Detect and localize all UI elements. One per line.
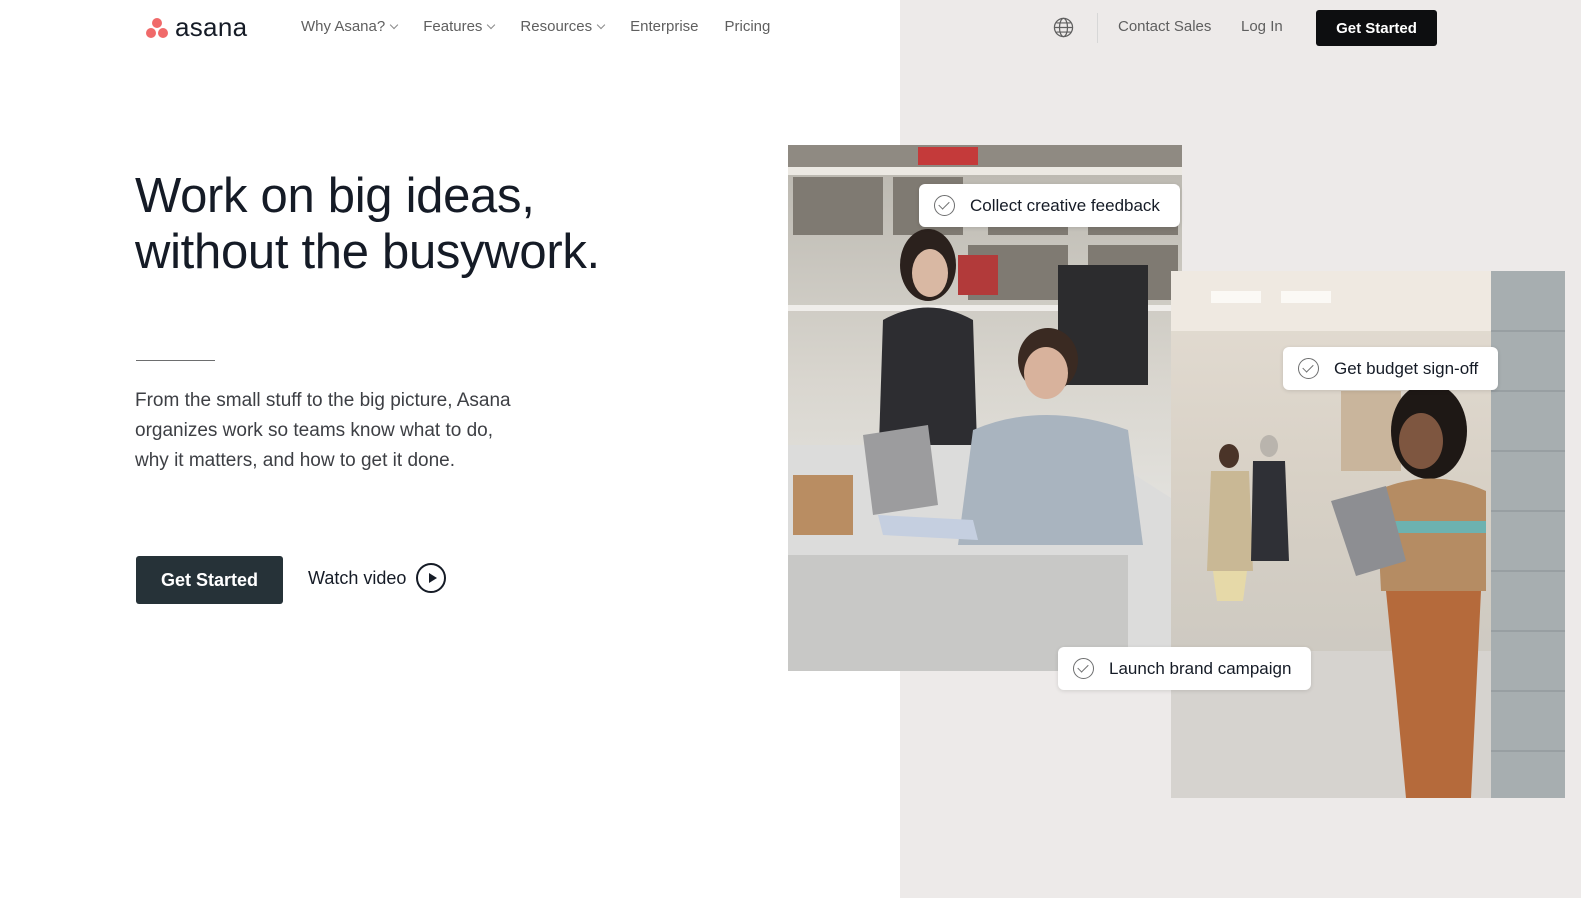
nav-item-label: Pricing [724,18,771,35]
check-circle-icon[interactable] [934,195,955,216]
contact-sales-link[interactable]: Contact Sales [1118,18,1211,35]
task-card[interactable]: Get budget sign-off [1283,347,1499,390]
globe-icon[interactable] [1053,17,1074,38]
nav-item-label: Features [423,18,483,35]
subtitle-line: organizes work so teams know what to do, [135,420,494,441]
nav-item-enterprise[interactable]: Enterprise [630,18,698,35]
nav-item-label: Resources [520,18,593,35]
top-navigation: asana Why Asana? Features Resources Ente… [0,0,1581,56]
subtitle-line: From the small stuff to the big picture,… [135,390,511,411]
check-circle-icon[interactable] [1073,658,1094,679]
task-card[interactable]: Collect creative feedback [919,184,1180,227]
hero-get-started-button[interactable]: Get Started [136,556,283,604]
check-circle-icon[interactable] [1298,358,1319,379]
chevron-down-icon [487,20,496,30]
task-label: Launch brand campaign [1109,658,1292,678]
subtitle-line: why it matters, and how to get it done. [135,450,456,471]
primary-nav: Why Asana? Features Resources Enterprise… [301,18,796,35]
chevron-down-icon [596,20,606,30]
nav-item-label: Why Asana? [301,18,386,35]
nav-item-resources[interactable]: Resources [520,18,606,35]
asana-dots-icon [145,16,169,38]
play-circle-icon [416,563,447,593]
watch-video-label: Watch video [308,567,407,588]
nav-item-label: Enterprise [630,18,699,35]
watch-video-button[interactable]: Watch video [308,563,447,593]
hero-divider [136,360,215,361]
nav-item-pricing[interactable]: Pricing [725,18,771,35]
hero-subtitle: From the small stuff to the big picture,… [135,386,555,476]
task-label: Collect creative feedback [970,195,1160,215]
asana-logo[interactable]: asana [145,14,247,40]
logo-text: asana [175,12,248,42]
nav-divider [1097,13,1098,43]
nav-item-features[interactable]: Features [423,18,496,35]
nav-get-started-button[interactable]: Get Started [1316,10,1437,46]
headline-line: without the busywork. [135,225,600,279]
hero-headline: Work on big ideas, without the busywork. [135,168,600,280]
task-label: Get budget sign-off [1334,358,1479,378]
headline-line: Work on big ideas, [135,169,535,223]
nav-item-why-asana[interactable]: Why Asana? [301,18,399,35]
log-in-link[interactable]: Log In [1241,18,1283,35]
task-card[interactable]: Launch brand campaign [1058,647,1312,690]
chevron-down-icon [389,20,399,30]
